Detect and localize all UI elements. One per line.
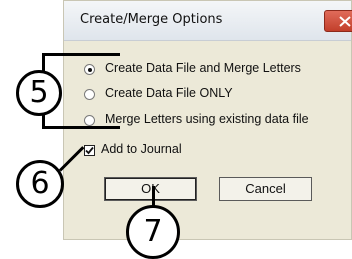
journal-checkbox[interactable] <box>84 145 95 156</box>
option-create-and-merge-label[interactable]: Create Data File and Merge Letters <box>105 61 301 75</box>
callout-6: 6 <box>16 160 64 208</box>
callout-5-bracket-bottom <box>43 126 120 129</box>
close-button[interactable] <box>324 10 352 32</box>
ok-button[interactable]: OK <box>104 177 197 201</box>
callout-5: 5 <box>16 70 62 116</box>
callout-7: 7 <box>126 205 180 259</box>
cancel-button[interactable]: Cancel <box>219 177 312 201</box>
title-bar[interactable]: Create/Merge Options <box>64 1 352 41</box>
radio-create-and-merge[interactable] <box>84 64 95 75</box>
dialog-title: Create/Merge Options <box>80 12 223 27</box>
radio-create-only[interactable] <box>84 89 95 100</box>
callout-5-bracket-top <box>43 53 120 56</box>
create-merge-dialog: Create/Merge Options Create Data File an… <box>63 0 352 240</box>
radio-merge-existing[interactable] <box>84 115 95 126</box>
option-create-only-label[interactable]: Create Data File ONLY <box>105 86 233 100</box>
option-merge-existing-label[interactable]: Merge Letters using existing data file <box>105 112 309 126</box>
checkmark-icon <box>85 146 94 155</box>
journal-label[interactable]: Add to Journal <box>101 142 182 156</box>
close-icon <box>339 16 351 27</box>
